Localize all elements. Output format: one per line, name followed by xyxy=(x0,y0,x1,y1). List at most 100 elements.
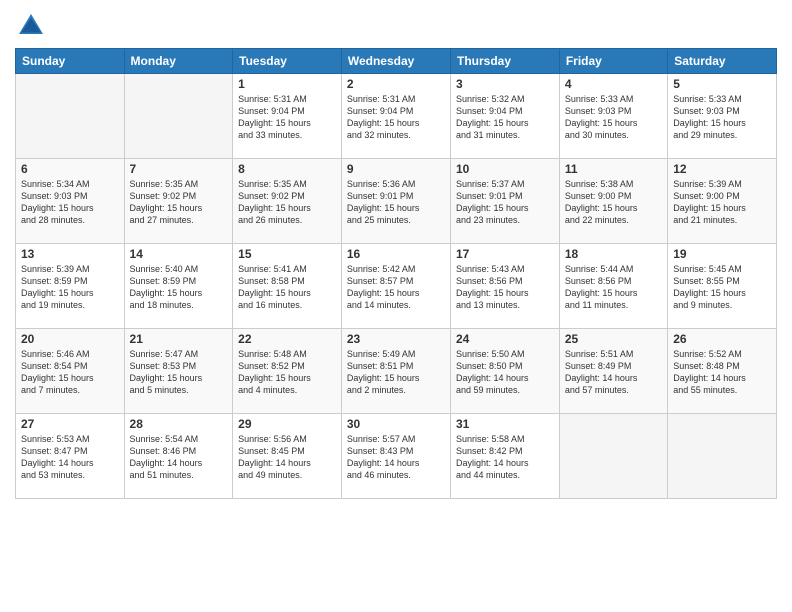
day-number: 12 xyxy=(673,162,771,176)
day-cell: 22 Sunrise: 5:48 AM Sunset: 8:52 PM Dayli… xyxy=(233,329,342,414)
day-cell: 7 Sunrise: 5:35 AM Sunset: 9:02 PM Daylig… xyxy=(124,159,233,244)
day-cell: 29 Sunrise: 5:56 AM Sunset: 8:45 PM Dayli… xyxy=(233,414,342,499)
day-number: 9 xyxy=(347,162,445,176)
day-number: 25 xyxy=(565,332,662,346)
day-cell: 1Sunrise: 5:31 AM Sunset: 9:04 PM Daylig… xyxy=(233,74,342,159)
day-number: 22 xyxy=(238,332,336,346)
day-cell: 4 Sunrise: 5:33 AM Sunset: 9:03 PM Daylig… xyxy=(559,74,667,159)
day-number: 19 xyxy=(673,247,771,261)
logo xyxy=(15,10,51,42)
day-number: 16 xyxy=(347,247,445,261)
day-info: Sunrise: 5:40 AM Sunset: 8:59 PM Dayligh… xyxy=(130,263,228,312)
day-info: Sunrise: 5:58 AM Sunset: 8:42 PM Dayligh… xyxy=(456,433,554,482)
day-cell: 18 Sunrise: 5:44 AM Sunset: 8:56 PM Dayli… xyxy=(559,244,667,329)
day-number: 5 xyxy=(673,77,771,91)
day-cell: 10 Sunrise: 5:37 AM Sunset: 9:01 PM Dayli… xyxy=(451,159,560,244)
day-cell: 16 Sunrise: 5:42 AM Sunset: 8:57 PM Dayli… xyxy=(341,244,450,329)
day-info: Sunrise: 5:42 AM Sunset: 8:57 PM Dayligh… xyxy=(347,263,445,312)
col-monday: Monday xyxy=(124,49,233,74)
day-cell: 20Sunrise: 5:46 AM Sunset: 8:54 PM Dayli… xyxy=(16,329,125,414)
day-number: 2 xyxy=(347,77,445,91)
calendar-body: 1Sunrise: 5:31 AM Sunset: 9:04 PM Daylig… xyxy=(16,74,777,499)
day-cell xyxy=(124,74,233,159)
day-info: Sunrise: 5:31 AM Sunset: 9:04 PM Dayligh… xyxy=(238,93,336,142)
col-saturday: Saturday xyxy=(668,49,777,74)
day-cell: 13 Sunrise: 5:39 AM Sunset: 8:59 PM Dayli… xyxy=(16,244,125,329)
day-number: 6 xyxy=(21,162,119,176)
day-number: 14 xyxy=(130,247,228,261)
day-info: Sunrise: 5:57 AM Sunset: 8:43 PM Dayligh… xyxy=(347,433,445,482)
day-info: Sunrise: 5:35 AM Sunset: 9:02 PM Dayligh… xyxy=(238,178,336,227)
day-cell: 3 Sunrise: 5:32 AM Sunset: 9:04 PM Daylig… xyxy=(451,74,560,159)
day-cell xyxy=(559,414,667,499)
day-info: Sunrise: 5:44 AM Sunset: 8:56 PM Dayligh… xyxy=(565,263,662,312)
header xyxy=(15,10,777,42)
day-info: Sunrise: 5:36 AM Sunset: 9:01 PM Dayligh… xyxy=(347,178,445,227)
day-info: Sunrise: 5:54 AM Sunset: 8:46 PM Dayligh… xyxy=(130,433,228,482)
day-cell: 5Sunrise: 5:33 AM Sunset: 9:03 PM Daylig… xyxy=(668,74,777,159)
day-cell xyxy=(668,414,777,499)
day-info: Sunrise: 5:31 AM Sunset: 9:04 PM Dayligh… xyxy=(347,93,445,142)
day-number: 21 xyxy=(130,332,228,346)
week-row-5: 27Sunrise: 5:53 AM Sunset: 8:47 PM Dayli… xyxy=(16,414,777,499)
col-wednesday: Wednesday xyxy=(341,49,450,74)
day-number: 7 xyxy=(130,162,228,176)
day-info: Sunrise: 5:32 AM Sunset: 9:04 PM Dayligh… xyxy=(456,93,554,142)
col-sunday: Sunday xyxy=(16,49,125,74)
day-cell: 21 Sunrise: 5:47 AM Sunset: 8:53 PM Dayli… xyxy=(124,329,233,414)
day-number: 8 xyxy=(238,162,336,176)
day-info: Sunrise: 5:43 AM Sunset: 8:56 PM Dayligh… xyxy=(456,263,554,312)
week-row-3: 13 Sunrise: 5:39 AM Sunset: 8:59 PM Dayli… xyxy=(16,244,777,329)
day-number: 26 xyxy=(673,332,771,346)
day-cell: 2 Sunrise: 5:31 AM Sunset: 9:04 PM Daylig… xyxy=(341,74,450,159)
day-info: Sunrise: 5:48 AM Sunset: 8:52 PM Dayligh… xyxy=(238,348,336,397)
day-cell: 17Sunrise: 5:43 AM Sunset: 8:56 PM Dayli… xyxy=(451,244,560,329)
day-info: Sunrise: 5:38 AM Sunset: 9:00 PM Dayligh… xyxy=(565,178,662,227)
day-info: Sunrise: 5:47 AM Sunset: 8:53 PM Dayligh… xyxy=(130,348,228,397)
day-info: Sunrise: 5:34 AM Sunset: 9:03 PM Dayligh… xyxy=(21,178,119,227)
day-number: 29 xyxy=(238,417,336,431)
day-number: 18 xyxy=(565,247,662,261)
calendar: Sunday Monday Tuesday Wednesday Thursday… xyxy=(15,48,777,499)
day-number: 28 xyxy=(130,417,228,431)
day-number: 23 xyxy=(347,332,445,346)
day-number: 10 xyxy=(456,162,554,176)
day-number: 31 xyxy=(456,417,554,431)
day-info: Sunrise: 5:41 AM Sunset: 8:58 PM Dayligh… xyxy=(238,263,336,312)
day-cell: 26Sunrise: 5:52 AM Sunset: 8:48 PM Dayli… xyxy=(668,329,777,414)
day-cell: 23Sunrise: 5:49 AM Sunset: 8:51 PM Dayli… xyxy=(341,329,450,414)
col-thursday: Thursday xyxy=(451,49,560,74)
day-cell: 24 Sunrise: 5:50 AM Sunset: 8:50 PM Dayli… xyxy=(451,329,560,414)
day-number: 4 xyxy=(565,77,662,91)
day-info: Sunrise: 5:35 AM Sunset: 9:02 PM Dayligh… xyxy=(130,178,228,227)
day-cell: 6 Sunrise: 5:34 AM Sunset: 9:03 PM Daylig… xyxy=(16,159,125,244)
day-info: Sunrise: 5:56 AM Sunset: 8:45 PM Dayligh… xyxy=(238,433,336,482)
day-info: Sunrise: 5:37 AM Sunset: 9:01 PM Dayligh… xyxy=(456,178,554,227)
day-cell: 30 Sunrise: 5:57 AM Sunset: 8:43 PM Dayli… xyxy=(341,414,450,499)
day-cell: 31 Sunrise: 5:58 AM Sunset: 8:42 PM Dayli… xyxy=(451,414,560,499)
day-cell: 27Sunrise: 5:53 AM Sunset: 8:47 PM Dayli… xyxy=(16,414,125,499)
day-number: 11 xyxy=(565,162,662,176)
day-cell: 11 Sunrise: 5:38 AM Sunset: 9:00 PM Dayli… xyxy=(559,159,667,244)
day-info: Sunrise: 5:39 AM Sunset: 8:59 PM Dayligh… xyxy=(21,263,119,312)
day-cell: 12 Sunrise: 5:39 AM Sunset: 9:00 PM Dayli… xyxy=(668,159,777,244)
logo-icon xyxy=(15,10,47,42)
week-row-4: 20Sunrise: 5:46 AM Sunset: 8:54 PM Dayli… xyxy=(16,329,777,414)
day-info: Sunrise: 5:39 AM Sunset: 9:00 PM Dayligh… xyxy=(673,178,771,227)
day-number: 13 xyxy=(21,247,119,261)
day-number: 30 xyxy=(347,417,445,431)
day-info: Sunrise: 5:50 AM Sunset: 8:50 PM Dayligh… xyxy=(456,348,554,397)
day-info: Sunrise: 5:46 AM Sunset: 8:54 PM Dayligh… xyxy=(21,348,119,397)
col-tuesday: Tuesday xyxy=(233,49,342,74)
day-number: 3 xyxy=(456,77,554,91)
header-row: Sunday Monday Tuesday Wednesday Thursday… xyxy=(16,49,777,74)
week-row-1: 1Sunrise: 5:31 AM Sunset: 9:04 PM Daylig… xyxy=(16,74,777,159)
day-info: Sunrise: 5:45 AM Sunset: 8:55 PM Dayligh… xyxy=(673,263,771,312)
day-info: Sunrise: 5:33 AM Sunset: 9:03 PM Dayligh… xyxy=(565,93,662,142)
day-number: 15 xyxy=(238,247,336,261)
col-friday: Friday xyxy=(559,49,667,74)
day-cell: 9 Sunrise: 5:36 AM Sunset: 9:01 PM Daylig… xyxy=(341,159,450,244)
day-cell: 14 Sunrise: 5:40 AM Sunset: 8:59 PM Dayli… xyxy=(124,244,233,329)
day-cell: 25Sunrise: 5:51 AM Sunset: 8:49 PM Dayli… xyxy=(559,329,667,414)
day-number: 24 xyxy=(456,332,554,346)
